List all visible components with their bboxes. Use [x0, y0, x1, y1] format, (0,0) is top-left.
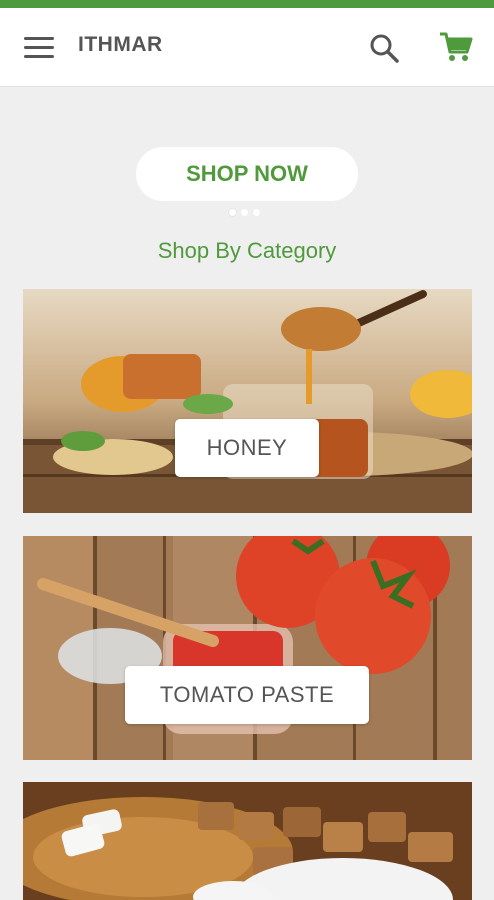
hamburger-menu-icon[interactable]: [22, 35, 56, 61]
honey-image: [23, 289, 472, 513]
app-header: ITHMAR: [0, 8, 494, 87]
app-title: ITHMAR: [78, 33, 163, 56]
section-title-shop-by-category: Shop By Category: [157, 238, 337, 263]
shopping-cart-icon[interactable]: [438, 30, 474, 64]
search-icon[interactable]: [368, 32, 400, 64]
tomato-paste-image: [23, 536, 472, 760]
top-accent-bar: [0, 0, 494, 8]
sugar-image: [23, 782, 472, 900]
carousel-dot[interactable]: [229, 209, 236, 216]
shop-now-button[interactable]: SHOP NOW: [136, 147, 358, 201]
category-card-honey[interactable]: HONEY: [23, 289, 472, 513]
category-card-tomato-paste[interactable]: TOMATO PASTE: [23, 536, 472, 760]
carousel-indicator: [229, 209, 260, 217]
category-label: TOMATO PASTE: [125, 666, 369, 724]
category-label: HONEY: [175, 419, 319, 477]
carousel-dot[interactable]: [241, 209, 248, 216]
carousel-dot[interactable]: [253, 209, 260, 216]
category-card-sugar[interactable]: [23, 782, 472, 900]
